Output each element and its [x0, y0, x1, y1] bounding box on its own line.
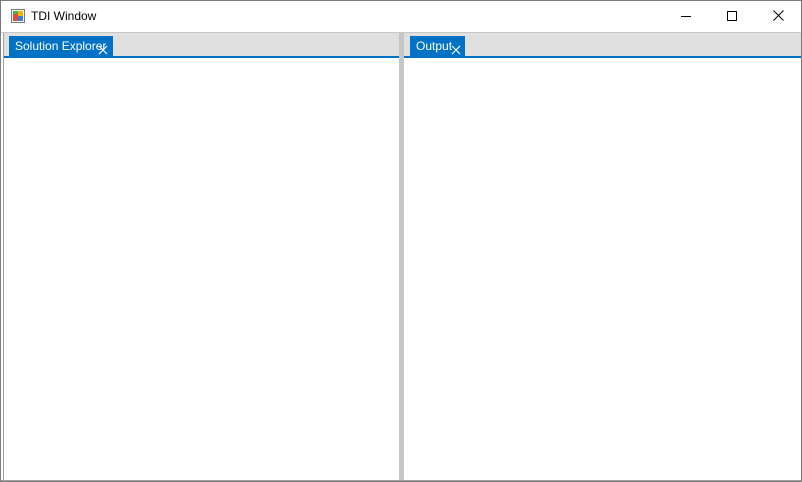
- close-button[interactable]: [755, 1, 801, 32]
- window-bottom-border: [1, 480, 801, 481]
- tab-close-icon[interactable]: [451, 41, 461, 55]
- tab-strip: Solution Explorer: [4, 33, 400, 58]
- tab-strip: Output: [404, 33, 801, 58]
- window-title: TDI Window: [31, 9, 97, 23]
- tab-close-icon[interactable]: [98, 41, 108, 55]
- output-pane: Output: [404, 33, 801, 480]
- tab-label: Output: [416, 39, 453, 53]
- app-window-icon[interactable]: [11, 9, 25, 23]
- output-content[interactable]: [404, 58, 801, 480]
- tab-solution-explorer[interactable]: Solution Explorer: [9, 36, 113, 56]
- maximize-icon: [727, 8, 737, 26]
- minimize-button[interactable]: [663, 1, 709, 32]
- solution-explorer-pane: Solution Explorer: [3, 33, 400, 480]
- tab-output[interactable]: Output: [410, 36, 465, 56]
- minimize-icon: [681, 8, 691, 26]
- maximize-button[interactable]: [709, 1, 755, 32]
- tdi-window: TDI Window Solution Explorer Output: [0, 0, 802, 482]
- title-bar[interactable]: TDI Window: [1, 1, 801, 32]
- solution-explorer-content[interactable]: [4, 58, 400, 480]
- tab-label: Solution Explorer: [15, 39, 107, 53]
- close-icon: [772, 8, 784, 26]
